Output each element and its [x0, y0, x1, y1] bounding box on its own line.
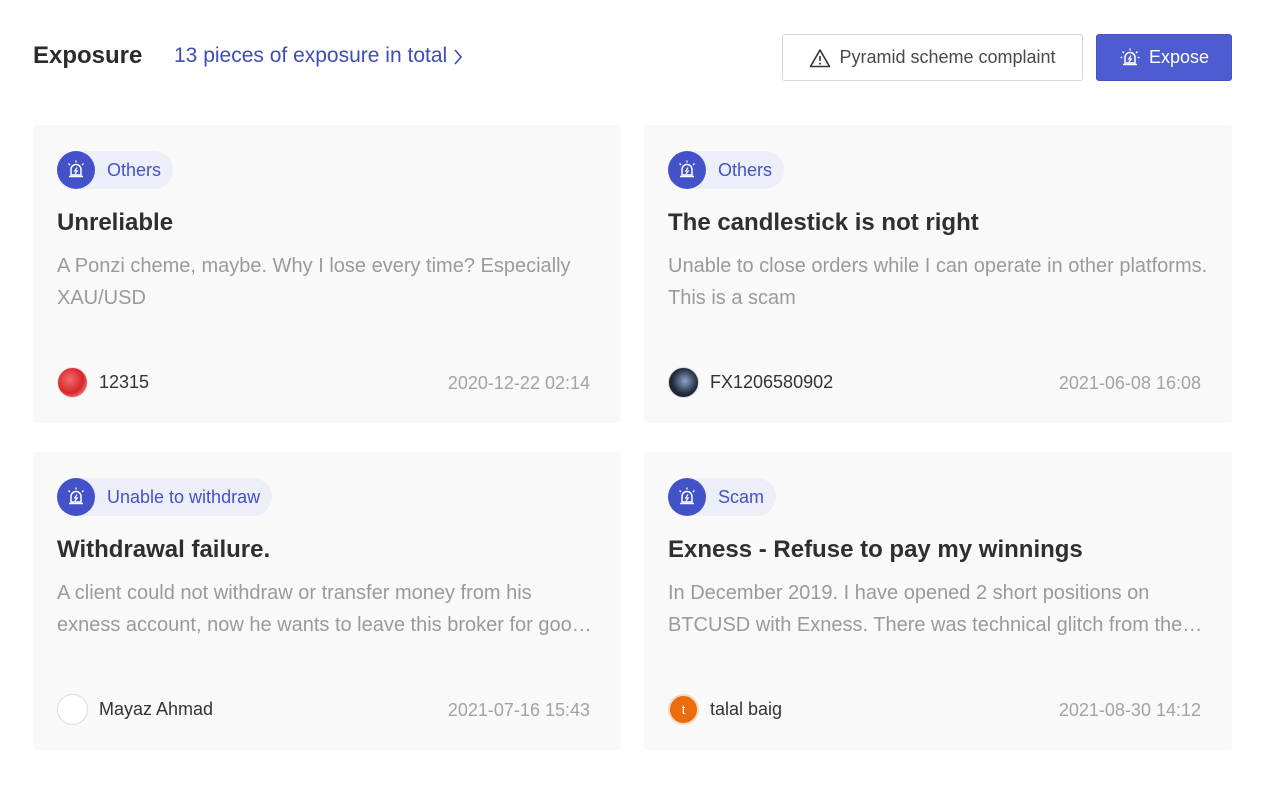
card-title: Exness - Refuse to pay my winnings	[668, 536, 1083, 563]
card-description: A client could not withdraw or transfer …	[57, 582, 583, 636]
exposure-card[interactable]: Scam Exness - Refuse to pay my winnings …	[644, 452, 1232, 750]
card-author[interactable]: FX1206580902	[668, 367, 833, 398]
exposure-card[interactable]: Unable to withdraw Withdrawal failure. A…	[33, 452, 621, 750]
category-tag: Unable to withdraw	[57, 478, 273, 516]
expose-button[interactable]: Expose	[1096, 34, 1232, 81]
card-title: Withdrawal failure.	[57, 536, 271, 563]
total-exposure-link[interactable]: 13 pieces of exposure in total	[174, 44, 463, 68]
avatar	[57, 694, 88, 725]
category-tag: Scam	[668, 478, 777, 516]
author-name: talal baig	[710, 699, 783, 719]
pyramid-complaint-label: Pyramid scheme complaint	[839, 47, 1056, 67]
total-exposure-label: 13 pieces of exposure in total	[174, 44, 448, 67]
card-date: 2020-12-22 02:14	[447, 373, 590, 393]
author-name: 12315	[99, 372, 150, 392]
card-author[interactable]: 12315	[57, 367, 149, 398]
author-name: Mayaz Ahmad	[99, 699, 214, 719]
exposure-card[interactable]: Others The candlestick is not right Unab…	[644, 125, 1232, 423]
alarm-light-icon	[57, 151, 95, 189]
chevron-right-icon	[454, 48, 463, 65]
warning-icon	[810, 48, 831, 67]
card-author[interactable]: t talal baig	[668, 694, 782, 725]
card-date: 2021-08-30 14:12	[1058, 700, 1201, 720]
alarm-light-icon	[668, 151, 706, 189]
card-description: In December 2019. I have opened 2 short …	[668, 582, 1183, 636]
category-tag: Others	[57, 151, 174, 189]
page-title: Exposure	[33, 42, 143, 69]
card-author[interactable]: Mayaz Ahmad	[57, 694, 213, 725]
avatar	[57, 367, 88, 398]
card-title: Unreliable	[57, 209, 174, 236]
alarm-light-icon	[1120, 48, 1140, 65]
exposure-header: Exposure 13 pieces of exposure in total …	[33, 34, 1232, 81]
category-tag: Others	[668, 151, 785, 189]
category-tag-label: Unable to withdraw	[107, 486, 261, 507]
avatar: t	[668, 694, 699, 725]
author-name: FX1206580902	[710, 372, 834, 392]
category-tag-label: Scam	[718, 486, 765, 507]
exposure-card[interactable]: Others Unreliable A Ponzi cheme, maybe. …	[33, 125, 621, 423]
card-title: The candlestick is not right	[668, 209, 979, 236]
card-date: 2021-06-08 16:08	[1058, 373, 1201, 393]
category-tag-label: Others	[107, 159, 162, 180]
alarm-light-icon	[57, 478, 95, 516]
category-tag-label: Others	[718, 159, 773, 180]
expose-label: Expose	[1148, 47, 1210, 67]
card-description: Unable to close orders while I can opera…	[668, 255, 1208, 309]
avatar	[668, 367, 699, 398]
card-description: A Ponzi cheme, maybe. Why I lose every t…	[57, 255, 571, 309]
card-date: 2021-07-16 15:43	[447, 700, 590, 720]
pyramid-complaint-button[interactable]: Pyramid scheme complaint	[782, 34, 1083, 81]
alarm-light-icon	[668, 478, 706, 516]
